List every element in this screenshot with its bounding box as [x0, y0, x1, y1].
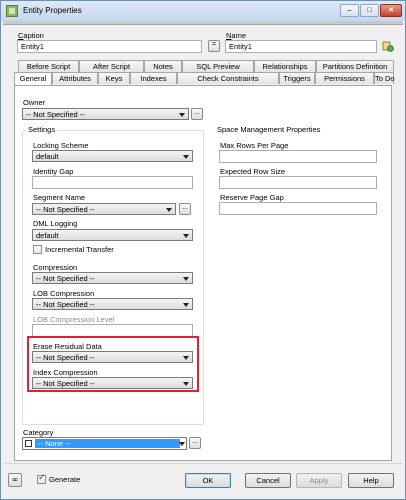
generate-checkbox[interactable]: [37, 473, 46, 484]
tab-general[interactable]: General: [14, 72, 52, 85]
tab-sql-preview[interactable]: SQL Preview: [182, 60, 254, 72]
owner-select[interactable]: -- Not Specified --: [22, 108, 189, 120]
name-settings-icon[interactable]: [382, 40, 394, 52]
name-input[interactable]: Entity1: [225, 40, 377, 53]
compression-select[interactable]: -- Not Specified --: [32, 272, 193, 284]
segment-name-label: Segment Name: [33, 193, 86, 202]
lob-compression-level-label: LOB Compression Level: [33, 315, 115, 324]
footer-divider: [4, 463, 402, 464]
cancel-button[interactable]: Cancel: [245, 473, 291, 488]
help-button[interactable]: Help: [348, 473, 394, 488]
title-bar: Entity Properties – □ ✕: [1, 1, 405, 21]
chevron-down-icon: [183, 234, 189, 238]
caption-label: Caption: [18, 31, 44, 40]
minimize-button[interactable]: –: [340, 4, 359, 17]
tab-after-script[interactable]: After Script: [79, 60, 144, 72]
chevron-down-icon: [179, 442, 185, 446]
locking-scheme-label: Locking Scheme: [33, 141, 89, 150]
tab-row-back: Before Script After Script Notes SQL Pre…: [18, 60, 394, 72]
caption-input[interactable]: Entity1: [17, 40, 202, 53]
max-rows-per-page-label: Max Rows Per Page: [220, 141, 289, 150]
tab-permissions[interactable]: Permissions: [315, 72, 374, 84]
expected-row-size-label: Expected Row Size: [220, 167, 286, 176]
general-tab-panel: Owner -- Not Specified -- ... Settings L…: [14, 85, 392, 461]
reserve-page-gap-input[interactable]: [219, 202, 377, 215]
chevron-down-icon: [183, 155, 189, 159]
category-selected-value: -- None --: [35, 439, 180, 448]
entity-app-icon: [6, 5, 18, 17]
category-select[interactable]: -- None --: [22, 437, 187, 450]
lob-compression-label: LOB Compression: [33, 289, 95, 298]
index-compression-select[interactable]: -- Not Specified --: [32, 377, 193, 389]
tab-before-script[interactable]: Before Script: [18, 60, 79, 72]
segment-browse-button[interactable]: ...: [179, 203, 191, 215]
dml-logging-label: DML Logging: [33, 219, 78, 228]
tab-relationships[interactable]: Relationships: [254, 60, 316, 72]
identity-gap-input[interactable]: [32, 176, 193, 189]
chevron-down-icon: [183, 356, 189, 360]
locking-scheme-select[interactable]: default: [32, 150, 193, 162]
chevron-down-icon: [183, 303, 189, 307]
reserve-page-gap-label: Reserve Page Gap: [220, 193, 284, 202]
erase-residual-data-label: Erase Residual Data: [33, 342, 102, 351]
tab-triggers[interactable]: Triggers: [279, 72, 315, 84]
owner-browse-button[interactable]: ...: [191, 108, 203, 120]
category-browse-button[interactable]: ...: [189, 437, 201, 449]
close-button[interactable]: ✕: [380, 4, 402, 17]
ok-button[interactable]: OK: [185, 473, 231, 488]
lob-compression-select[interactable]: -- Not Specified --: [32, 298, 193, 310]
entity-properties-window: Entity Properties – □ ✕ Caption Entity1 …: [0, 0, 406, 500]
segment-name-select[interactable]: -- Not Specified --: [32, 203, 176, 215]
tab-notes[interactable]: Notes: [144, 60, 182, 72]
tab-partitions-definition[interactable]: Partitions Definition: [316, 60, 394, 72]
incremental-transfer-label: Incremental Transfer: [45, 245, 114, 254]
expected-row-size-input[interactable]: [219, 176, 377, 189]
chevron-down-icon: [183, 277, 189, 281]
tab-indexes[interactable]: Indexes: [130, 72, 177, 84]
name-label: Name: [226, 31, 247, 40]
header-band: [3, 21, 403, 25]
tab-keys[interactable]: Keys: [98, 72, 130, 84]
tab-to-do[interactable]: To Do: [374, 72, 395, 84]
settings-group-title: Settings: [26, 125, 58, 134]
dml-logging-select[interactable]: default: [32, 229, 193, 241]
sync-name-button[interactable]: =: [208, 40, 220, 52]
chevron-down-icon: [166, 208, 172, 212]
link-icon[interactable]: ∞: [8, 473, 22, 487]
apply-button[interactable]: Apply: [296, 473, 342, 488]
owner-label: Owner: [23, 98, 46, 107]
tab-attributes[interactable]: Attributes: [52, 72, 98, 84]
generate-label: Generate: [49, 475, 81, 484]
chevron-down-icon: [179, 113, 185, 117]
maximize-button[interactable]: □: [360, 4, 379, 17]
tab-check-constraints[interactable]: Check Constraints: [177, 72, 279, 84]
window-title: Entity Properties: [23, 6, 82, 15]
identity-gap-label: Identity Gap: [33, 167, 74, 176]
tab-row-front: General Attributes Keys Indexes Check Co…: [14, 72, 395, 85]
space-management-title: Space Management Properties: [215, 125, 323, 134]
erase-residual-data-select[interactable]: -- Not Specified --: [32, 351, 193, 363]
index-compression-label: Index Compression: [33, 368, 98, 377]
max-rows-per-page-input[interactable]: [219, 150, 377, 163]
category-label: Category: [23, 428, 54, 437]
chevron-down-icon: [183, 382, 189, 386]
category-color-icon: [25, 440, 32, 447]
compression-label: Compression: [33, 263, 78, 272]
incremental-transfer-checkbox[interactable]: [33, 245, 42, 254]
